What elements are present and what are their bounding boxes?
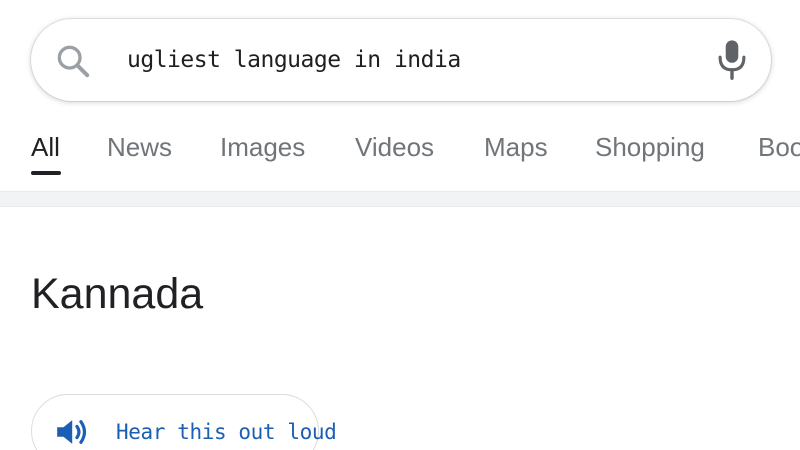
hear-aloud-label: Hear this out loud (116, 420, 337, 444)
tab-all[interactable]: All (31, 132, 60, 163)
search-bar[interactable]: ugliest language in india (31, 19, 771, 101)
tab-news[interactable]: News (107, 132, 172, 163)
search-input[interactable]: ugliest language in india (127, 19, 461, 101)
search-icon[interactable] (53, 41, 93, 81)
speaker-icon (57, 420, 87, 444)
answer-title: Kannada (31, 270, 204, 318)
tab-shopping[interactable]: Shopping (595, 132, 705, 163)
search-tabs: All News Images Videos Maps Shopping Boo (0, 118, 800, 180)
hear-aloud-button[interactable]: Hear this out loud (31, 394, 337, 450)
active-tab-indicator (31, 171, 61, 175)
tab-books[interactable]: Boo (758, 132, 800, 163)
tab-maps[interactable]: Maps (484, 132, 548, 163)
tab-images[interactable]: Images (220, 132, 305, 163)
search-results-page: ugliest language in india All News Image… (0, 0, 800, 450)
section-divider (0, 191, 800, 207)
tab-videos[interactable]: Videos (355, 132, 434, 163)
mic-icon[interactable] (715, 39, 749, 81)
